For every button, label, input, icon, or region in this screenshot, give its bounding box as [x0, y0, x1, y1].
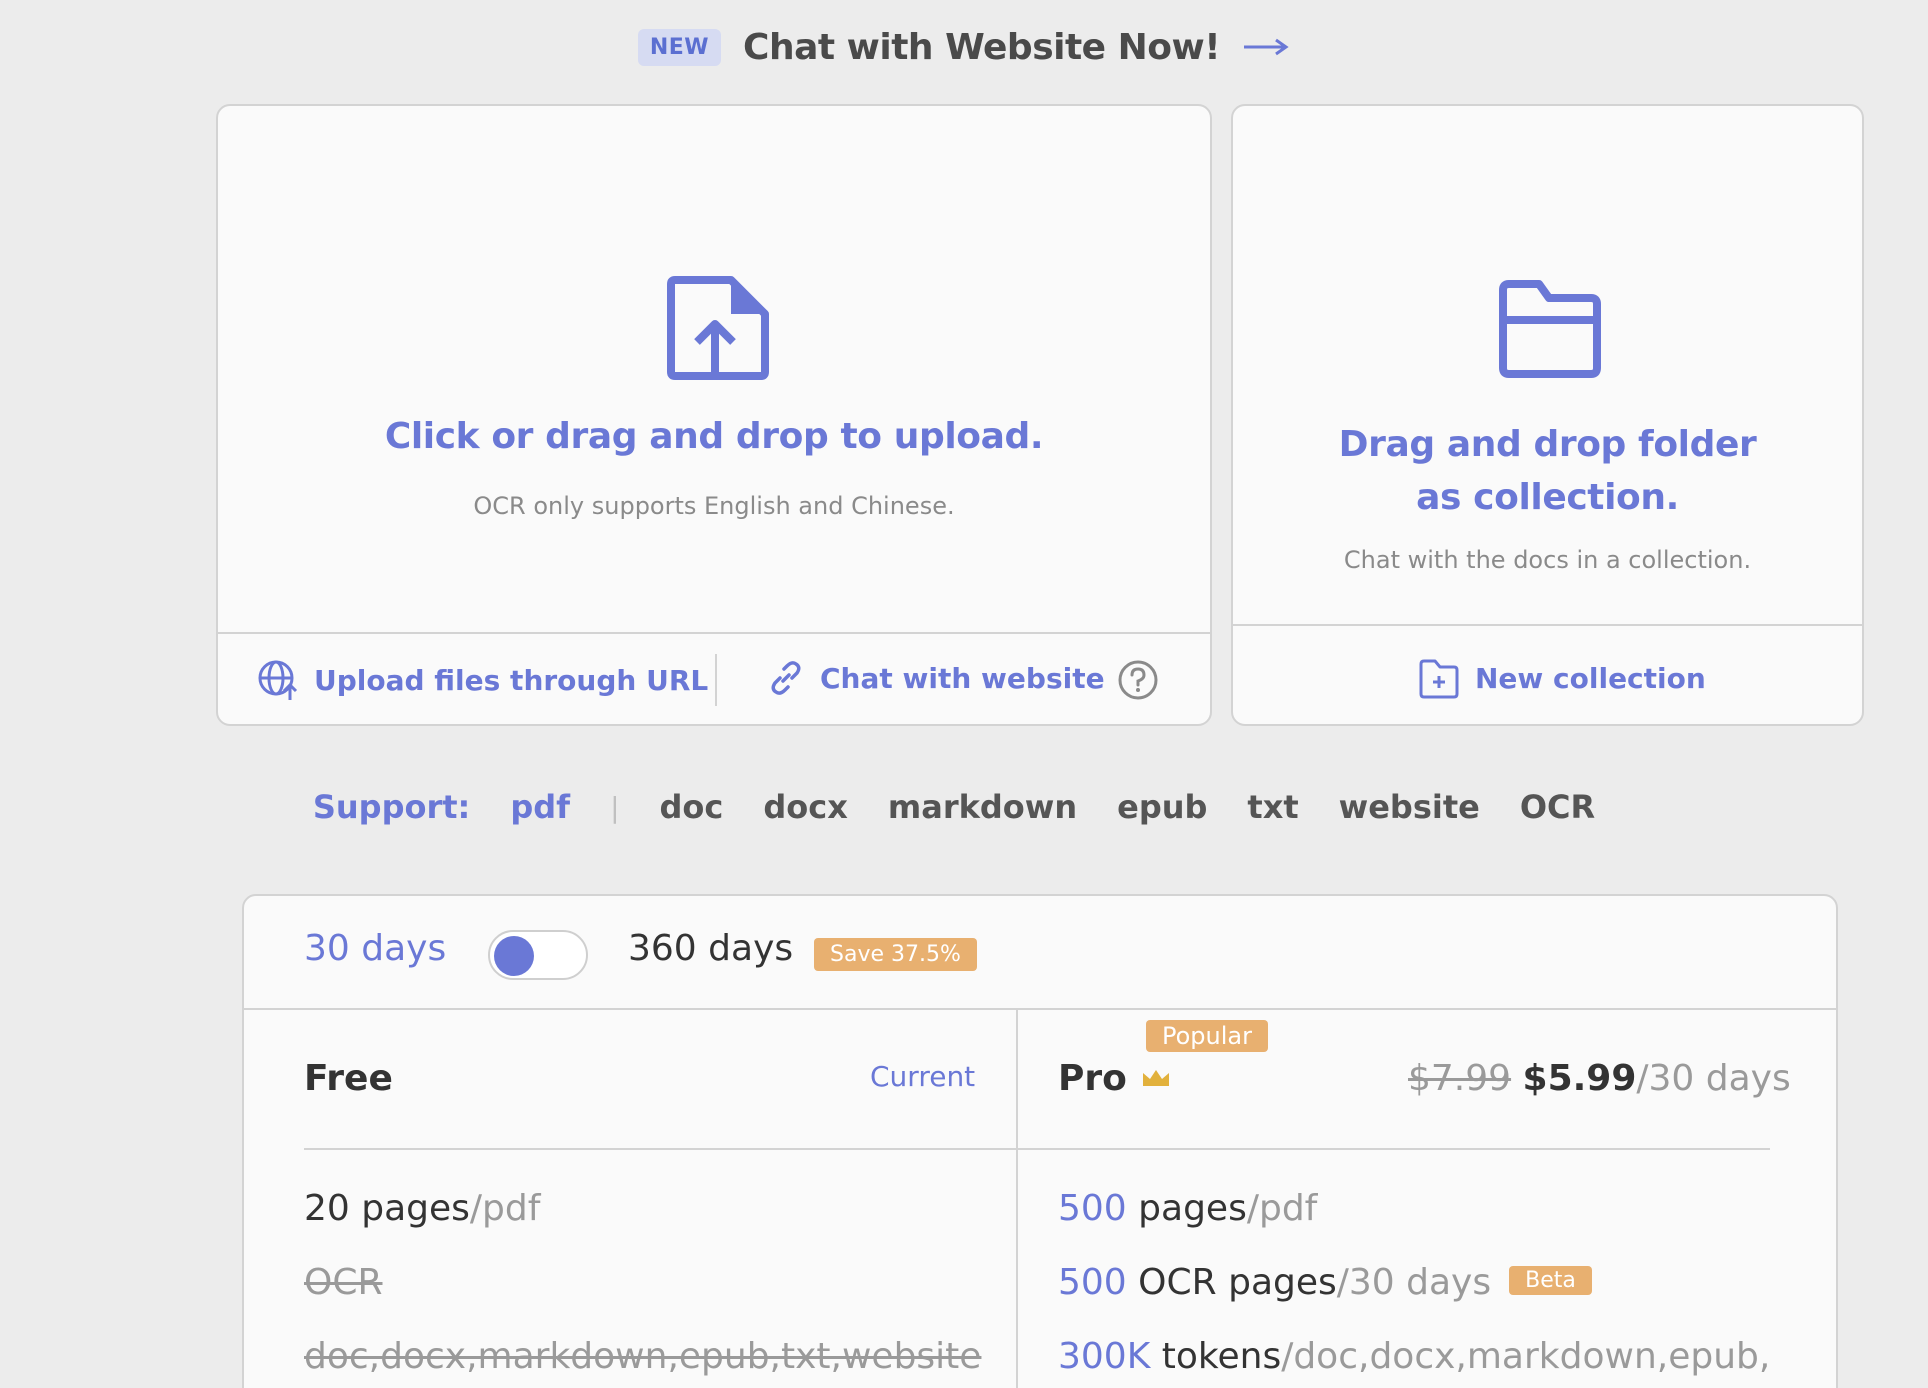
period-30-label[interactable]: 30 days [304, 928, 446, 969]
upload-dropzone[interactable]: Click or drag and drop to upload. OCR on… [216, 104, 1212, 726]
upload-url-link[interactable]: Upload files through URL [256, 658, 708, 702]
upload-subtitle: OCR only supports English and Chinese. [473, 492, 955, 520]
top-banner[interactable]: NEW Chat with Website Now! [0, 22, 1928, 72]
pro-feature-ocr-unit: /30 days [1336, 1262, 1492, 1303]
globe-upload-icon [258, 660, 298, 700]
chat-website-link[interactable]: Chat with website [766, 658, 1105, 698]
pro-price-old: $7.99 [1408, 1058, 1512, 1099]
collection-dropzone[interactable]: Drag and drop folder as collection. Chat… [1231, 104, 1864, 726]
support-label: Support: [312, 788, 471, 826]
pro-feature-tokens-num: 300K [1058, 1336, 1151, 1377]
collection-title: Drag and drop folder as collection. [1233, 418, 1862, 524]
support-item-markdown: markdown [887, 788, 1078, 826]
upload-title: Click or drag and drop to upload. [384, 416, 1044, 457]
support-item-txt: txt [1247, 788, 1299, 826]
arrow-right-icon[interactable] [1242, 37, 1290, 57]
collection-title-line2: as collection. [1416, 477, 1679, 518]
free-plan-divider [304, 1148, 1018, 1150]
support-item-doc: doc [659, 788, 724, 826]
pro-plan-title: Pro [1058, 1058, 1127, 1099]
free-plan-status: Current [870, 1060, 976, 1093]
pro-feature-pages-main: pages [1126, 1188, 1247, 1229]
pro-feature-pages-num: 500 [1058, 1188, 1127, 1229]
free-feature-pages: 20 pages/pdf [304, 1188, 540, 1229]
save-badge: Save 37.5% [814, 938, 977, 971]
new-badge: NEW [637, 28, 722, 66]
folder-icon [1499, 280, 1601, 378]
collection-subtitle: Chat with the docs in a collection. [1343, 546, 1752, 574]
beta-badge: Beta [1509, 1265, 1592, 1295]
free-feature-pages-unit: /pdf [469, 1188, 541, 1229]
pro-price: $7.99 $5.99/30 days [1408, 1058, 1791, 1099]
support-separator: | [610, 790, 620, 824]
pro-feature-tokens: 300K tokens/doc,docx,markdown,epub, [1058, 1336, 1770, 1377]
upload-footer: Upload files through URL Chat with websi… [218, 632, 1210, 724]
folder-plus-icon [1419, 659, 1459, 699]
pro-price-period: /30 days [1636, 1058, 1791, 1099]
popular-badge: Popular [1146, 1020, 1268, 1052]
new-collection-link[interactable]: New collection [1417, 656, 1706, 700]
collection-title-line1: Drag and drop folder [1338, 424, 1757, 465]
banner-title[interactable]: Chat with Website Now! [743, 27, 1221, 68]
pro-plan-divider [1018, 1148, 1770, 1150]
footer-divider [715, 654, 717, 706]
support-item-epub: epub [1117, 788, 1208, 826]
pro-price-new: $5.99 [1522, 1058, 1637, 1099]
billing-period-toggle[interactable] [488, 930, 588, 980]
pro-feature-pages: 500 pages/pdf [1058, 1188, 1317, 1229]
pro-feature-ocr-num: 500 [1058, 1262, 1127, 1303]
pro-feature-ocr-main: OCR pages [1126, 1262, 1337, 1303]
pro-feature-ocr: 500 OCR pages/30 days Beta [1058, 1262, 1592, 1303]
question-circle-icon[interactable] [1116, 658, 1160, 702]
free-feature-pages-main: 20 pages [304, 1188, 470, 1229]
support-item-website: website [1338, 788, 1480, 826]
chat-website-label: Chat with website [820, 661, 1105, 695]
free-feature-ocr: OCR [304, 1262, 383, 1303]
new-collection-label: New collection [1475, 661, 1706, 695]
billing-period-row: 30 days 360 days Save 37.5% [244, 896, 1836, 1010]
support-item-docx: docx [763, 788, 848, 826]
free-feature-formats: doc,docx,markdown,epub,txt,website [304, 1336, 982, 1377]
supported-formats: Support: pdf | doc docx markdown epub tx… [0, 788, 1928, 826]
support-item-ocr: OCR [1519, 788, 1596, 826]
free-plan-title: Free [304, 1058, 393, 1099]
period-360-label[interactable]: 360 days [628, 928, 793, 969]
support-item-pdf: pdf [510, 788, 571, 826]
upload-url-label: Upload files through URL [314, 663, 709, 697]
pro-feature-pages-unit: /pdf [1246, 1188, 1318, 1229]
toggle-knob [494, 936, 534, 976]
pro-feature-tokens-unit: /doc,docx,markdown,epub, [1281, 1336, 1771, 1377]
link-icon [771, 661, 801, 695]
file-upload-icon [667, 276, 769, 380]
plan-column-divider [1016, 1010, 1018, 1388]
pro-feature-tokens-main: tokens [1150, 1336, 1282, 1377]
pricing-panel: 30 days 360 days Save 37.5% Free Current… [242, 894, 1838, 1388]
crown-icon [1143, 1070, 1169, 1086]
collection-footer: New collection [1233, 624, 1862, 724]
